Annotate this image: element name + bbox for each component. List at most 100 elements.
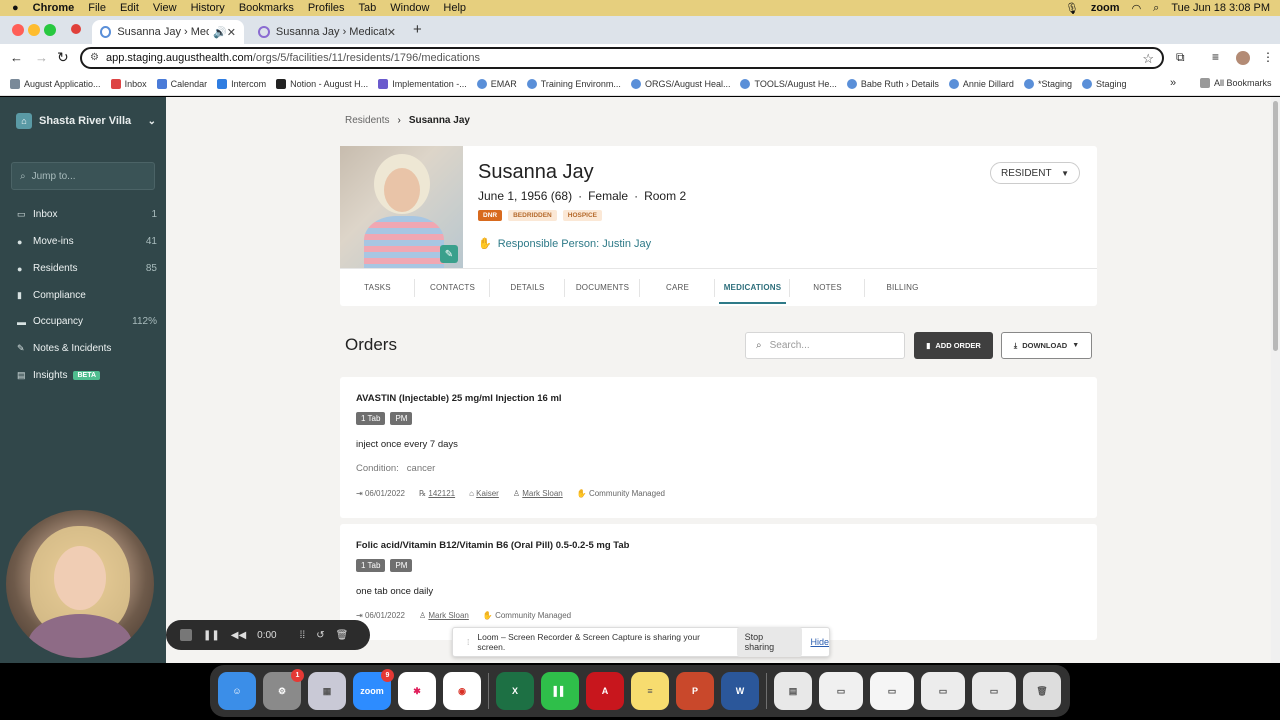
recent-window-icon[interactable]: ▭: [972, 672, 1016, 710]
menu-tab[interactable]: Tab: [359, 2, 377, 14]
slack-icon[interactable]: ✱: [398, 672, 436, 710]
wifi-icon[interactable]: ◠: [1132, 2, 1142, 15]
address-bar[interactable]: ⚙ app.staging.augusthealth.com/orgs/5/fa…: [80, 47, 1164, 69]
zoom-menu-extra[interactable]: zoom: [1091, 2, 1120, 14]
chrome-menu-icon[interactable]: ⋮: [1262, 50, 1274, 64]
back-icon[interactable]: ←: [10, 50, 23, 65]
tab-contacts[interactable]: CONTACTS: [415, 269, 490, 306]
tab-care[interactable]: CARE: [640, 269, 715, 306]
menu-history[interactable]: History: [191, 2, 225, 14]
bookmark-item[interactable]: Inbox: [110, 78, 147, 89]
menu-window[interactable]: Window: [390, 2, 429, 14]
bookmark-item[interactable]: Annie Dillard: [948, 78, 1014, 89]
bookmark-item[interactable]: TOOLS/August He...: [740, 78, 837, 89]
stop-sharing-button[interactable]: Stop sharing: [736, 627, 803, 657]
order-card[interactable]: AVASTIN (Injectable) 25 mg/ml Injection …: [340, 377, 1097, 518]
bookmark-star-icon[interactable]: ☆: [1142, 51, 1154, 67]
media-icon[interactable]: ≡: [1212, 50, 1219, 64]
menu-help[interactable]: Help: [443, 2, 466, 14]
excel-icon[interactable]: X: [496, 672, 534, 710]
bookmark-item[interactable]: Intercom: [217, 78, 266, 89]
bookmark-item[interactable]: ORGS/August Heal...: [630, 78, 730, 89]
tab-details[interactable]: DETAILS: [490, 269, 565, 306]
bookmark-item[interactable]: *Staging: [1023, 78, 1072, 89]
new-tab-icon[interactable]: +: [413, 21, 422, 38]
hide-link[interactable]: Hide: [810, 637, 829, 647]
mic-icon[interactable]: 🎙: [1065, 2, 1079, 15]
all-bookmarks[interactable]: All Bookmarks: [1200, 78, 1272, 88]
finder-icon[interactable]: ☺: [218, 672, 256, 710]
resident-role-dropdown[interactable]: RESIDENT ▼: [990, 162, 1080, 184]
tab-close-icon[interactable]: ✕: [387, 26, 396, 39]
recent-window-icon[interactable]: ▭: [870, 672, 914, 710]
sidebar-item-compliance[interactable]: ▮ Compliance: [17, 290, 157, 301]
bookmark-item[interactable]: August Applicatio...: [10, 78, 101, 89]
tab-documents[interactable]: DOCUMENTS: [565, 269, 640, 306]
sidebar-item-move-ins[interactable]: ● Move-ins 41: [17, 236, 157, 247]
scrollbar-thumb[interactable]: [1273, 101, 1278, 351]
menu-chrome[interactable]: Chrome: [33, 2, 75, 14]
bookmarks-overflow-icon[interactable]: »: [1170, 77, 1176, 89]
drag-handle-icon[interactable]: ⁞: [467, 637, 469, 647]
word-icon[interactable]: W: [721, 672, 759, 710]
download-button[interactable]: ⤓ DOWNLOAD ▼: [1001, 332, 1092, 359]
browser-tab-2[interactable]: Susanna Jay › Medications · ✕: [250, 20, 404, 44]
menu-file[interactable]: File: [88, 2, 106, 14]
notes-app-icon[interactable]: ≡: [631, 672, 669, 710]
window-zoom-icon[interactable]: [44, 24, 56, 36]
rewind-icon[interactable]: ◀◀: [231, 630, 246, 641]
tab-tasks[interactable]: TASKS: [340, 269, 415, 306]
drawing-icon[interactable]: ⁞⁞: [300, 630, 306, 641]
facility-switcher[interactable]: ⌂ Shasta River Villa ⌄: [16, 113, 156, 129]
window-minimize-icon[interactable]: [28, 24, 40, 36]
tab-close-icon[interactable]: ✕: [227, 26, 236, 39]
extensions-icon[interactable]: ⧉: [1176, 50, 1185, 65]
bookmark-item[interactable]: Training Environm...: [526, 78, 621, 89]
profile-avatar[interactable]: [1236, 51, 1250, 65]
trash-icon[interactable]: 🗑: [336, 630, 349, 641]
breadcrumb-residents-link[interactable]: Residents: [345, 115, 389, 126]
browser-tab-1[interactable]: Susanna Jay › Medicatio 🔊 ✕: [92, 20, 244, 44]
tab-billing[interactable]: BILLING: [865, 269, 940, 306]
page-scrollbar[interactable]: [1271, 97, 1280, 663]
bookmark-item[interactable]: Implementation -...: [378, 78, 467, 89]
chrome-icon[interactable]: ◉: [443, 672, 481, 710]
bookmark-item[interactable]: Staging: [1081, 78, 1127, 89]
pause-icon[interactable]: ❚❚: [203, 630, 220, 641]
menubar-datetime[interactable]: Tue Jun 18 3:08 PM: [1171, 2, 1270, 14]
order-card[interactable]: Folic acid/Vitamin B12/Vitamin B6 (Oral …: [340, 524, 1097, 640]
site-info-icon[interactable]: ⚙: [90, 52, 99, 63]
forward-icon[interactable]: →: [35, 50, 48, 65]
restart-icon[interactable]: ↺: [316, 630, 324, 641]
search-menu-icon[interactable]: ⌕: [1153, 2, 1159, 15]
sidebar-item-occupancy[interactable]: ▬ Occupancy 112%: [17, 316, 157, 327]
recent-window-icon[interactable]: ▭: [921, 672, 965, 710]
sidebar-item-residents[interactable]: ● Residents 85: [17, 263, 157, 274]
launchpad-icon[interactable]: ▦: [308, 672, 346, 710]
reload-icon[interactable]: ↻: [57, 49, 69, 66]
apple-menu-icon[interactable]: ●: [12, 2, 19, 14]
numbers-icon[interactable]: ▌▌: [541, 672, 579, 710]
trash-dock-icon[interactable]: 🗑: [1023, 672, 1061, 710]
zoom-icon[interactable]: zoom 9: [353, 669, 394, 710]
menu-edit[interactable]: Edit: [120, 2, 139, 14]
orders-search-input[interactable]: ⌕ Search...: [745, 332, 905, 359]
acrobat-icon[interactable]: A: [586, 672, 624, 710]
menu-view[interactable]: View: [153, 2, 177, 14]
sidebar-item-inbox[interactable]: ▭ Inbox 1: [17, 209, 157, 220]
stop-recording-button[interactable]: [180, 629, 192, 641]
add-order-button[interactable]: ▮ ADD ORDER: [914, 332, 993, 359]
responsible-person-link[interactable]: ✋ Responsible Person: Justin Jay: [478, 237, 651, 251]
speaker-icon[interactable]: 🔊: [213, 26, 227, 39]
webcam-bubble[interactable]: [6, 510, 154, 658]
bookmark-item[interactable]: Notion - August H...: [276, 78, 368, 89]
window-close-icon[interactable]: [12, 24, 24, 36]
bookmark-item[interactable]: Babe Ruth › Details: [846, 78, 939, 89]
tab-medications[interactable]: MEDICATIONS: [715, 269, 790, 306]
menu-bookmarks[interactable]: Bookmarks: [239, 2, 294, 14]
system-settings-icon[interactable]: ⚙ 1: [263, 669, 304, 710]
powerpoint-icon[interactable]: P: [676, 672, 714, 710]
tab-notes[interactable]: NOTES: [790, 269, 865, 306]
bookmark-item[interactable]: EMAR: [476, 78, 517, 89]
menu-profiles[interactable]: Profiles: [308, 2, 345, 14]
